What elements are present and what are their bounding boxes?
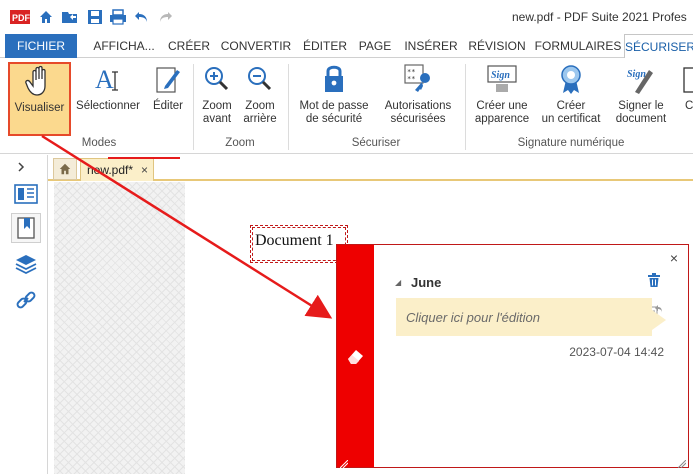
- zoom-out-label: Zoom arrière: [243, 100, 277, 125]
- zoom-out-button[interactable]: Zoom arrière: [240, 62, 280, 136]
- tab-securiser[interactable]: SÉCURISER: [624, 34, 693, 59]
- thumbnails-panel-icon[interactable]: [11, 179, 41, 209]
- group-separator: [193, 64, 194, 150]
- comment-edit-box[interactable]: Cliquer ici pour l'édition: [396, 298, 666, 336]
- delete-trash-icon[interactable]: [648, 273, 660, 290]
- selectionner-button[interactable]: A Sélectionner: [74, 62, 142, 136]
- document-tab[interactable]: new.pdf* ×: [80, 158, 154, 181]
- document-tabs: new.pdf* ×: [48, 155, 693, 181]
- comment-author: June: [411, 275, 442, 290]
- create-appearance-button[interactable]: Sign Créer une apparence: [470, 62, 534, 136]
- selectionner-label: Sélectionner: [76, 100, 140, 112]
- securiser-group-label: Sécuriser: [351, 137, 401, 149]
- page-margin-background: [54, 182, 185, 474]
- tab-formulaires[interactable]: FORMULAIRES: [534, 34, 622, 58]
- secure-permissions-button[interactable]: ** ** Autorisations sécurisées: [380, 62, 456, 136]
- certificate-badge-icon: [538, 62, 604, 96]
- resize-grip-left-icon[interactable]: [339, 457, 349, 469]
- permissions-key-icon: ** **: [380, 62, 456, 96]
- pdf-app-icon: PDF: [9, 8, 31, 26]
- tab-page[interactable]: PAGE: [355, 34, 395, 58]
- svg-text:Sign: Sign: [491, 70, 510, 81]
- svg-text:Sign: Sign: [627, 69, 646, 80]
- document-text-field[interactable]: Document 1: [250, 225, 348, 263]
- layers-panel-icon[interactable]: [11, 249, 41, 279]
- editer-button[interactable]: Éditer: [146, 62, 190, 136]
- group-separator: [288, 64, 289, 150]
- save-icon[interactable]: [85, 8, 105, 26]
- edit-pencil-icon: [146, 62, 190, 96]
- comment-popup[interactable]: × ◢ June Cliquer ici pour l'édition 2023…: [336, 244, 689, 469]
- close-comment-icon[interactable]: ×: [670, 250, 678, 266]
- print-icon[interactable]: [108, 8, 128, 26]
- svg-text:A: A: [95, 65, 114, 94]
- expand-panel-chevron-icon[interactable]: [10, 157, 32, 177]
- home-tab-icon[interactable]: [53, 158, 77, 180]
- create-appearance-label: Créer une apparence: [474, 100, 530, 125]
- window-title: new.pdf - PDF Suite 2021 Profes: [512, 10, 687, 24]
- hand-icon: [10, 64, 69, 98]
- collapse-triangle-icon[interactable]: ◢: [395, 278, 401, 287]
- editer-label: Éditer: [152, 100, 184, 112]
- tab-convertir[interactable]: CONVERTIR: [218, 34, 294, 58]
- open-folder-icon[interactable]: [60, 8, 80, 26]
- left-panel-strip: [0, 155, 48, 474]
- svg-text:**: **: [407, 75, 415, 83]
- visualiser-label: Visualiser: [14, 102, 65, 114]
- tab-inserer[interactable]: INSÉRER: [402, 34, 460, 58]
- sign-pen-icon: Sign: [610, 62, 672, 96]
- visualiser-button[interactable]: Visualiser: [8, 62, 71, 136]
- group-separator: [465, 64, 466, 150]
- zoom-in-button[interactable]: Zoom avant: [198, 62, 236, 136]
- padlock-icon: [296, 62, 372, 96]
- sign-document-button[interactable]: Sign Signer le document: [610, 62, 672, 136]
- cut-off-icon: [676, 62, 693, 96]
- menu-bar: FICHIER AFFICHA... CRÉER CONVERTIR ÉDITE…: [0, 34, 693, 59]
- select-text-icon: A: [74, 62, 142, 96]
- comment-color-bar: [337, 245, 374, 469]
- zoom-in-label: Zoom avant: [202, 100, 232, 125]
- sign-appearance-icon: Sign: [470, 62, 534, 96]
- zoom-in-icon: [198, 62, 236, 96]
- modes-group-label: Modes: [81, 137, 117, 149]
- redo-icon[interactable]: [156, 8, 174, 26]
- close-tab-icon[interactable]: ×: [141, 159, 148, 181]
- title-bar: PDF new.pdf - PDF Suite 2021 Profes: [0, 0, 693, 34]
- zoom-out-icon: [240, 62, 280, 96]
- secure-permissions-label: Autorisations sécurisées: [384, 100, 452, 125]
- svg-text:PDF: PDF: [12, 13, 30, 23]
- resize-grip-icon[interactable]: [677, 457, 687, 469]
- home-icon[interactable]: [36, 8, 56, 26]
- comment-date: 2023-07-04 14:42: [569, 345, 664, 359]
- eraser-icon[interactable]: [346, 347, 366, 368]
- document-tab-name: new.pdf*: [87, 163, 134, 177]
- create-certificate-label: Créer un certificat: [541, 100, 601, 125]
- bookmarks-panel-icon[interactable]: [11, 213, 41, 243]
- undo-icon[interactable]: [133, 8, 151, 26]
- tab-creer[interactable]: CRÉER: [166, 34, 212, 58]
- signature-group-label: Signature numérique: [517, 137, 625, 149]
- ribbon: Visualiser A Sélectionner Éditer Modes Z…: [0, 58, 693, 154]
- document-field-text: Document 1: [255, 232, 334, 249]
- password-security-button[interactable]: Mot de passe de sécurité: [296, 62, 372, 136]
- password-security-label: Mot de passe de sécurité: [299, 100, 369, 125]
- tab-fichier[interactable]: FICHIER: [5, 34, 77, 58]
- links-panel-icon[interactable]: [11, 285, 41, 315]
- tab-revision[interactable]: RÉVISION: [465, 34, 529, 58]
- tab-affichage[interactable]: AFFICHA...: [88, 34, 160, 58]
- zoom-group-label: Zoom: [225, 137, 255, 149]
- sign-document-label: Signer le document: [615, 100, 667, 125]
- create-certificate-button[interactable]: Créer un certificat: [538, 62, 604, 136]
- cut-off-ribbon-button[interactable]: C: [676, 62, 693, 136]
- tab-editer[interactable]: ÉDITER: [299, 34, 351, 58]
- cut-off-label: C: [685, 100, 693, 112]
